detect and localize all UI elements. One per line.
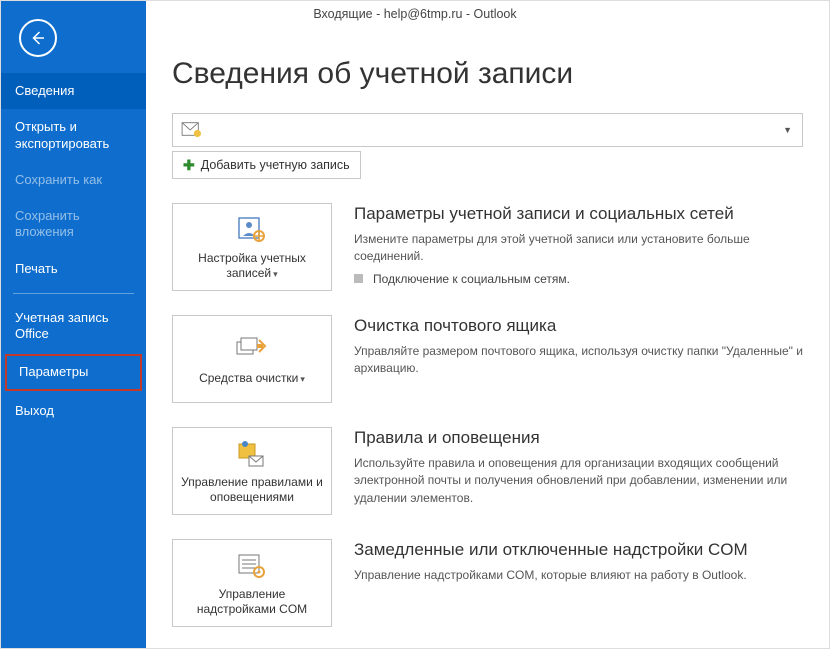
- mail-icon: [181, 120, 203, 141]
- backstage-sidebar: Сведения Открыть и экспортировать Сохран…: [1, 1, 146, 648]
- sidebar-item-info[interactable]: Сведения: [1, 73, 146, 109]
- add-account-button[interactable]: ✚ Добавить учетную запись: [172, 151, 361, 179]
- section-desc: Управление надстройками COM, которые вли…: [354, 567, 803, 584]
- tile-cleanup-tools[interactable]: Средства очистки▾: [172, 315, 332, 403]
- section-heading: Очистка почтового ящика: [354, 315, 803, 337]
- section-desc: Измените параметры для этой учетной запи…: [354, 231, 803, 266]
- sidebar-item-save-as: Сохранить как: [1, 162, 146, 198]
- section-heading: Правила и оповещения: [354, 427, 803, 449]
- section-cleanup: Средства очистки▾ Очистка почтового ящик…: [172, 315, 803, 403]
- tile-label: Настройка учетных записей▾: [179, 251, 325, 281]
- social-connect-row[interactable]: Подключение к социальным сетям.: [354, 272, 803, 286]
- tile-com-addins[interactable]: Управление надстройками COM: [172, 539, 332, 627]
- content-area: Сведения об учетной записи ▼ ✚ Добавить …: [146, 1, 829, 648]
- tile-account-settings[interactable]: Настройка учетных записей▾: [172, 203, 332, 291]
- section-com-addins: Управление надстройками COM Замедленные …: [172, 539, 803, 627]
- section-desc: Управляйте размером почтового ящика, исп…: [354, 343, 803, 378]
- sidebar-item-open-export[interactable]: Открыть и экспортировать: [1, 109, 146, 162]
- section-body: Замедленные или отключенные надстройки C…: [354, 539, 803, 584]
- sidebar-item-print[interactable]: Печать: [1, 251, 146, 287]
- section-rules: Управление правилами и оповещениями Прав…: [172, 427, 803, 515]
- page-title: Сведения об учетной записи: [172, 57, 803, 91]
- app-window: Входящие - help@6tmp.ru - Outlook Сведен…: [0, 0, 830, 649]
- back-button[interactable]: [19, 19, 57, 57]
- account-dropdown[interactable]: ▼: [172, 113, 803, 147]
- addins-icon: [235, 551, 269, 581]
- tile-rules-alerts[interactable]: Управление правилами и оповещениями: [172, 427, 332, 515]
- section-heading: Параметры учетной записи и социальных се…: [354, 203, 803, 225]
- section-account-settings: Настройка учетных записей▾ Параметры уче…: [172, 203, 803, 291]
- tile-label: Управление правилами и оповещениями: [179, 475, 325, 505]
- rules-icon: [235, 439, 269, 469]
- square-bullet-icon: [354, 274, 363, 283]
- section-heading: Замедленные или отключенные надстройки C…: [354, 539, 803, 561]
- cleanup-icon: [235, 335, 269, 365]
- user-settings-icon: [235, 215, 269, 245]
- tile-label: Управление надстройками COM: [179, 587, 325, 617]
- section-body: Правила и оповещения Используйте правила…: [354, 427, 803, 507]
- section-desc: Используйте правила и оповещения для орг…: [354, 455, 803, 507]
- sidebar-item-exit[interactable]: Выход: [1, 393, 146, 429]
- arrow-left-icon: [29, 29, 47, 47]
- sidebar-item-options[interactable]: Параметры: [5, 354, 142, 390]
- plus-icon: ✚: [183, 157, 195, 174]
- sidebar-item-office-account[interactable]: Учетная запись Office: [1, 300, 146, 353]
- section-body: Очистка почтового ящика Управляйте разме…: [354, 315, 803, 378]
- sidebar-separator: [13, 293, 134, 294]
- tile-label: Средства очистки▾: [199, 371, 305, 386]
- section-body: Параметры учетной записи и социальных се…: [354, 203, 803, 286]
- sidebar-item-save-attachments: Сохранить вложения: [1, 198, 146, 251]
- chevron-down-icon: ▼: [783, 125, 792, 135]
